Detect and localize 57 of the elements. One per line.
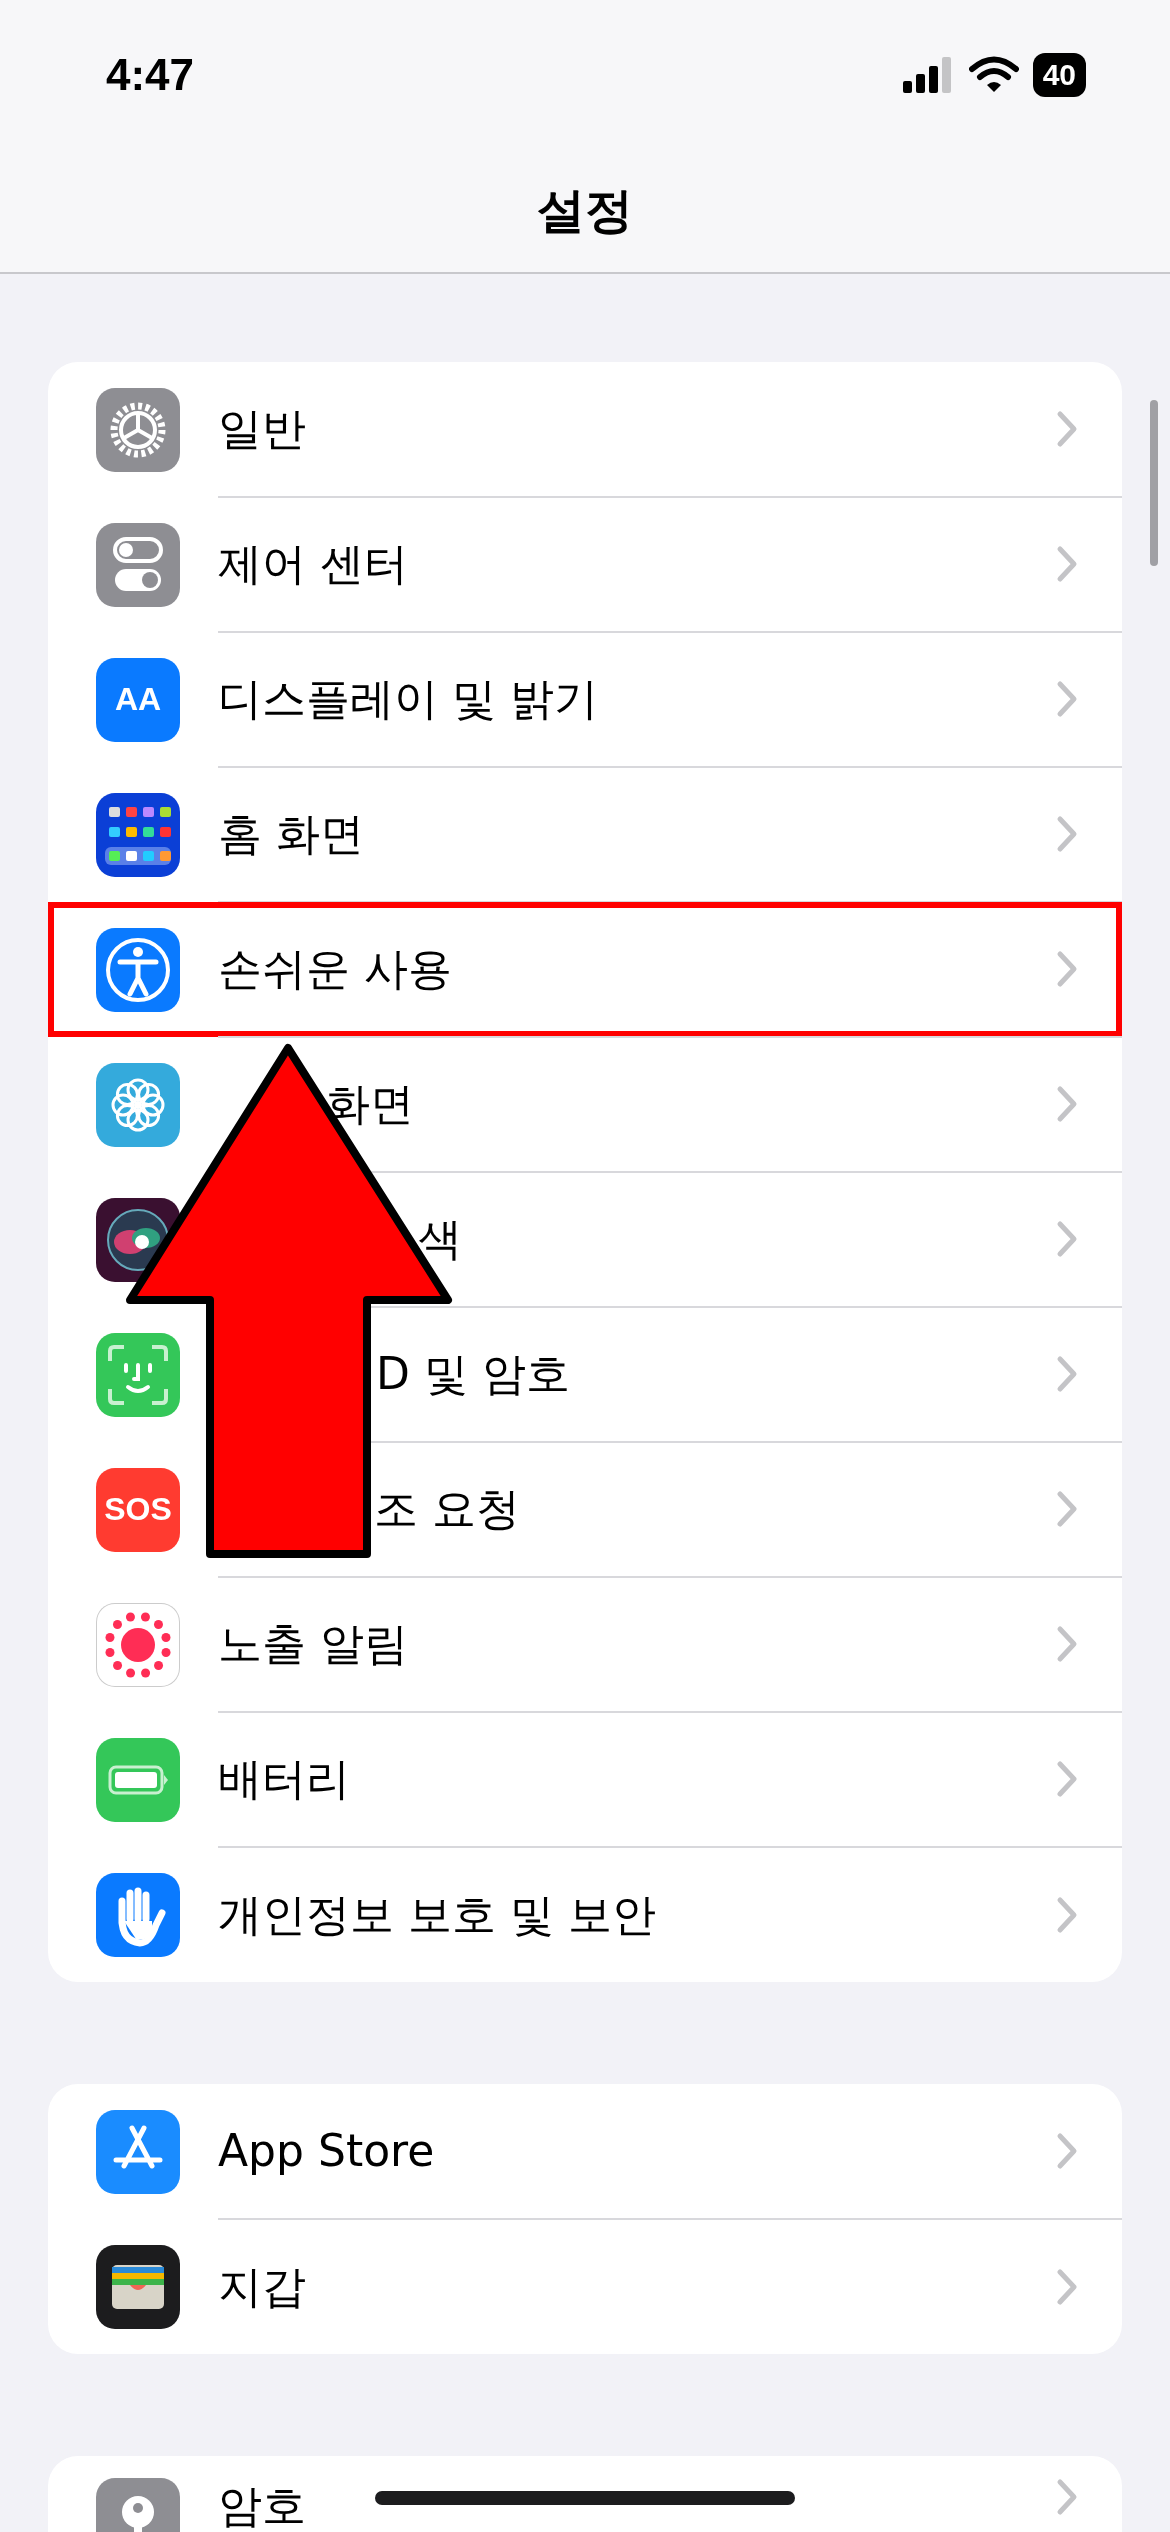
settings-row[interactable]: 홈 화면: [48, 767, 1122, 902]
row-label: 손쉬운 사용: [218, 942, 452, 994]
chevron-icon: [1056, 1219, 1078, 1258]
battery-indicator: 40: [1032, 53, 1086, 97]
status-time: 4:47: [106, 50, 195, 100]
page-title: 설정: [537, 181, 633, 240]
sun-icon: [96, 1602, 180, 1687]
chevron-icon: [1056, 1354, 1078, 1393]
row-label: 암호: [218, 2480, 306, 2531]
chevron-icon: [1056, 949, 1078, 988]
wallet-icon: [96, 2244, 180, 2329]
chevron-icon: [1056, 2478, 1078, 2516]
row-label: 조 요청: [374, 1482, 520, 1534]
toggles-icon: [96, 522, 180, 607]
settings-row[interactable]: App Store: [48, 2084, 1122, 2219]
chevron-icon: [1056, 1895, 1078, 1934]
flower-icon: [96, 1062, 180, 1147]
row-label: 화면: [326, 1077, 414, 1129]
settings-row[interactable]: 제어 센터: [48, 497, 1122, 632]
settings-row[interactable]: 손쉬운 사용: [48, 902, 1122, 1037]
chevron-icon: [1056, 814, 1078, 853]
chevron-icon: [1056, 1624, 1078, 1663]
chevron-icon: [1056, 1084, 1078, 1123]
settings-row[interactable]: 개인정보 보호 및 보안: [48, 1847, 1122, 1982]
accessibility-icon: [96, 927, 180, 1012]
chevron-icon: [1056, 2131, 1078, 2170]
row-label: App Store: [218, 2124, 435, 2176]
chevron-icon: [1056, 1489, 1078, 1528]
chevron-icon: [1056, 1759, 1078, 1798]
chevron-icon: [1056, 679, 1078, 718]
row-label: 배터리: [218, 1752, 350, 1804]
row-label: 지갑: [218, 2260, 306, 2312]
row-label: 노출 알림: [218, 1617, 408, 1669]
text-size-icon: AA: [96, 657, 180, 742]
chevron-icon: [1056, 2267, 1078, 2306]
settings-row[interactable]: 노출 알림: [48, 1577, 1122, 1712]
row-label: D 및 암호: [376, 1347, 570, 1399]
row-label: 개인정보 보호 및 보안: [218, 1888, 656, 1940]
chevron-icon: [1056, 409, 1078, 448]
settings-row[interactable]: 지갑: [48, 2219, 1122, 2354]
row-label: 일반: [218, 402, 306, 454]
wifi-icon: [968, 56, 1019, 94]
hand-icon: [96, 1872, 180, 1957]
sos-icon: SOS: [96, 1467, 180, 1552]
face-scan-icon: [96, 1332, 180, 1417]
battery-icon: [96, 1737, 180, 1822]
settings-row[interactable]: AA 디스플레이 및 밝기: [48, 632, 1122, 767]
settings-row[interactable]: 배터리: [48, 1712, 1122, 1847]
chevron-icon: [1056, 544, 1078, 583]
row-label: 디스플레이 및 밝기: [218, 672, 598, 724]
row-label: 색: [418, 1212, 462, 1264]
app-grid-icon: [96, 792, 180, 877]
app-store-icon: [96, 2109, 180, 2194]
gear-icon: [96, 387, 180, 472]
settings-row[interactable]: 일반: [48, 362, 1122, 497]
row-label: 홈 화면: [218, 807, 364, 859]
row-label: 제어 센터: [218, 537, 408, 589]
